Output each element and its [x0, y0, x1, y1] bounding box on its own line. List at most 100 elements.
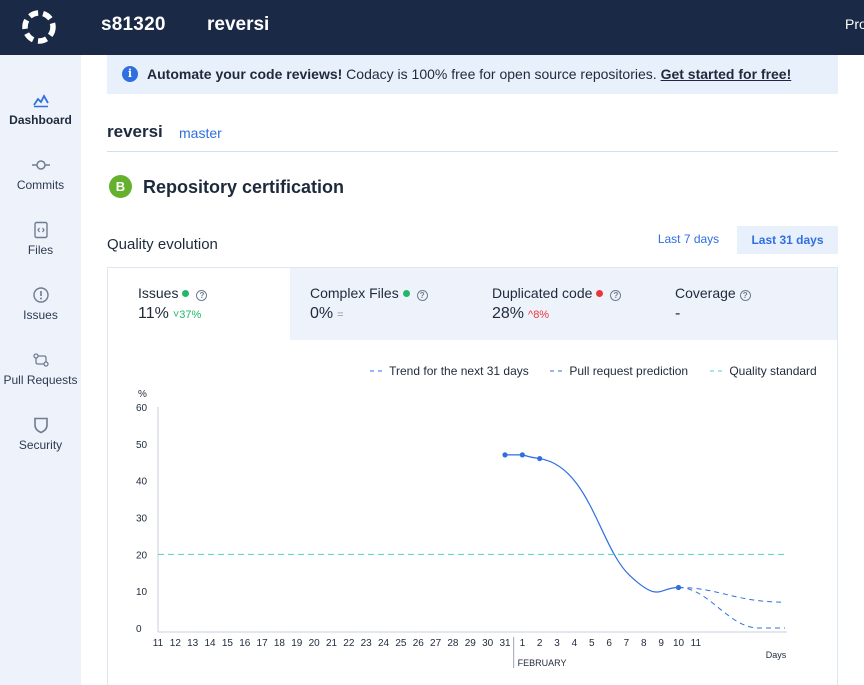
sidebar-item-dashboard[interactable]: Dashboard: [0, 91, 81, 127]
x-tick-label: 23: [361, 638, 373, 649]
trend-series-line: [678, 586, 786, 603]
help-icon[interactable]: ?: [196, 290, 208, 301]
x-tick-label: 18: [274, 638, 286, 649]
x-tick-label: 13: [187, 638, 199, 649]
certification-title: Repository certification: [143, 177, 345, 197]
x-tick-label: 26: [413, 638, 425, 649]
metric-value: -: [675, 305, 681, 322]
tab-issues[interactable]: Issues?: [138, 285, 208, 301]
x-tick-label: 14: [204, 638, 216, 649]
repo-name-header[interactable]: reversi: [207, 14, 269, 36]
sidebar-item-files[interactable]: Files: [0, 221, 81, 257]
x-tick-label: 28: [447, 638, 459, 649]
x-tick-label: 20: [309, 638, 321, 649]
banner-message: Codacy is 100% free for open source repo…: [342, 66, 661, 82]
metric-delta: ^8%: [528, 309, 550, 321]
status-dot-icon: [182, 290, 190, 297]
tab-duplicated-code[interactable]: Duplicated code?: [492, 285, 622, 301]
sidebar-item-label: Security: [18, 438, 63, 452]
y-tick-label: 60: [136, 403, 148, 414]
tab-complex-files-value: 0% =: [310, 305, 344, 323]
tab-issues-value: 11% ˅37%: [138, 305, 201, 323]
x-tick-label: 3: [554, 638, 560, 649]
x-tick-label: 16: [239, 638, 251, 649]
y-tick-label: 30: [136, 514, 148, 525]
x-tick-label: 9: [658, 638, 664, 649]
issues-series-line: [505, 454, 679, 593]
x-tick-label: 2: [537, 638, 543, 649]
x-tick-label: 5: [589, 638, 595, 649]
x-tick-label: 22: [343, 638, 355, 649]
quality-chart: %010203040506011 12 13 14 15 16 17 18 19 20 21 22 23…: [136, 389, 787, 668]
x-tick-label: 11: [153, 638, 164, 649]
x-tick-label: 24: [378, 638, 390, 649]
x-tick-label: 27: [430, 638, 442, 649]
alert-circle-icon: [32, 287, 49, 303]
data-point: [519, 452, 525, 458]
promo-banner: i Automate your code reviews! Codacy is …: [107, 55, 838, 94]
data-point: [537, 455, 543, 462]
x-tick-label: 1: [520, 638, 526, 649]
x-tick-label: 7: [624, 638, 630, 649]
prediction-series-line: [678, 586, 785, 629]
tab-label: Complex Files: [310, 285, 399, 301]
x-tick-label: 30: [482, 638, 494, 649]
sidebar-item-label: Issues: [23, 308, 58, 322]
commit-icon: [31, 160, 50, 170]
top-bar: s81320 reversi Pro: [0, 0, 864, 55]
shield-icon: [33, 417, 48, 434]
x-tick-label: 29: [465, 638, 477, 649]
x-tick-label: 15: [222, 638, 234, 649]
range-last-7-days-button[interactable]: Last 7 days: [640, 226, 737, 254]
tab-duplicated-code-value: 28% ^8%: [492, 305, 549, 323]
profile-menu[interactable]: Pro: [845, 16, 864, 32]
x-tick-label: 10: [673, 638, 685, 649]
banner-text: Automate your code reviews! Codacy is 10…: [147, 66, 791, 82]
chart-line-icon: [32, 94, 49, 108]
y-tick-label: 50: [136, 440, 148, 451]
x-tick-label: 6: [606, 638, 612, 649]
x-tick-label: 19: [291, 638, 303, 649]
x-tick-label: 31: [499, 638, 511, 649]
x-tick-label: 12: [170, 638, 182, 649]
banner-bold: Automate your code reviews!: [147, 66, 343, 82]
tab-coverage-value: -: [675, 305, 680, 323]
org-name[interactable]: s81320: [101, 14, 166, 36]
y-tick-label: 40: [136, 477, 148, 488]
info-icon: i: [122, 66, 138, 82]
branch-selector[interactable]: master: [179, 125, 222, 141]
x-tick-label: 8: [641, 638, 647, 649]
metric-value: 11%: [138, 305, 169, 322]
tab-complex-files[interactable]: Complex Files?: [310, 285, 428, 301]
sidebar-item-label: Dashboard: [9, 113, 72, 127]
help-icon[interactable]: ?: [610, 290, 622, 301]
sidebar-item-commits[interactable]: Commits: [0, 156, 81, 192]
tab-label: Issues: [138, 285, 179, 301]
y-tick-label: 10: [136, 587, 148, 598]
sidebar: Dashboard Commits Files Issues Pull Requ…: [0, 55, 81, 685]
get-started-link[interactable]: Get started for free!: [661, 66, 792, 82]
sidebar-item-pull-requests[interactable]: Pull Requests: [0, 351, 81, 387]
x-axis-label: Days: [766, 650, 787, 660]
help-icon[interactable]: ?: [739, 290, 751, 301]
sidebar-item-security[interactable]: Security: [0, 416, 81, 452]
certification-badge: B: [109, 175, 132, 198]
y-tick-label: 0: [136, 624, 142, 635]
quality-evolution-title: Quality evolution: [107, 236, 218, 253]
tab-coverage[interactable]: Coverage?: [675, 285, 751, 301]
x-tick-label: 17: [257, 638, 269, 649]
pull-request-icon: [32, 353, 49, 367]
tabs-background: [290, 268, 837, 340]
metric-value: 28%: [492, 305, 525, 322]
y-axis-label: %: [138, 389, 147, 400]
sidebar-item-issues[interactable]: Issues: [0, 286, 81, 322]
help-icon[interactable]: ?: [416, 290, 428, 301]
data-point: [502, 452, 508, 458]
page-title: reversi: [107, 122, 163, 141]
tab-label: Coverage: [675, 285, 736, 301]
x-tick-label: 21: [326, 638, 338, 649]
codacy-logo-icon[interactable]: [20, 8, 58, 46]
status-dot-icon: [596, 290, 604, 297]
metric-delta: ˅37%: [172, 309, 202, 321]
range-last-31-days-button[interactable]: Last 31 days: [737, 226, 838, 254]
